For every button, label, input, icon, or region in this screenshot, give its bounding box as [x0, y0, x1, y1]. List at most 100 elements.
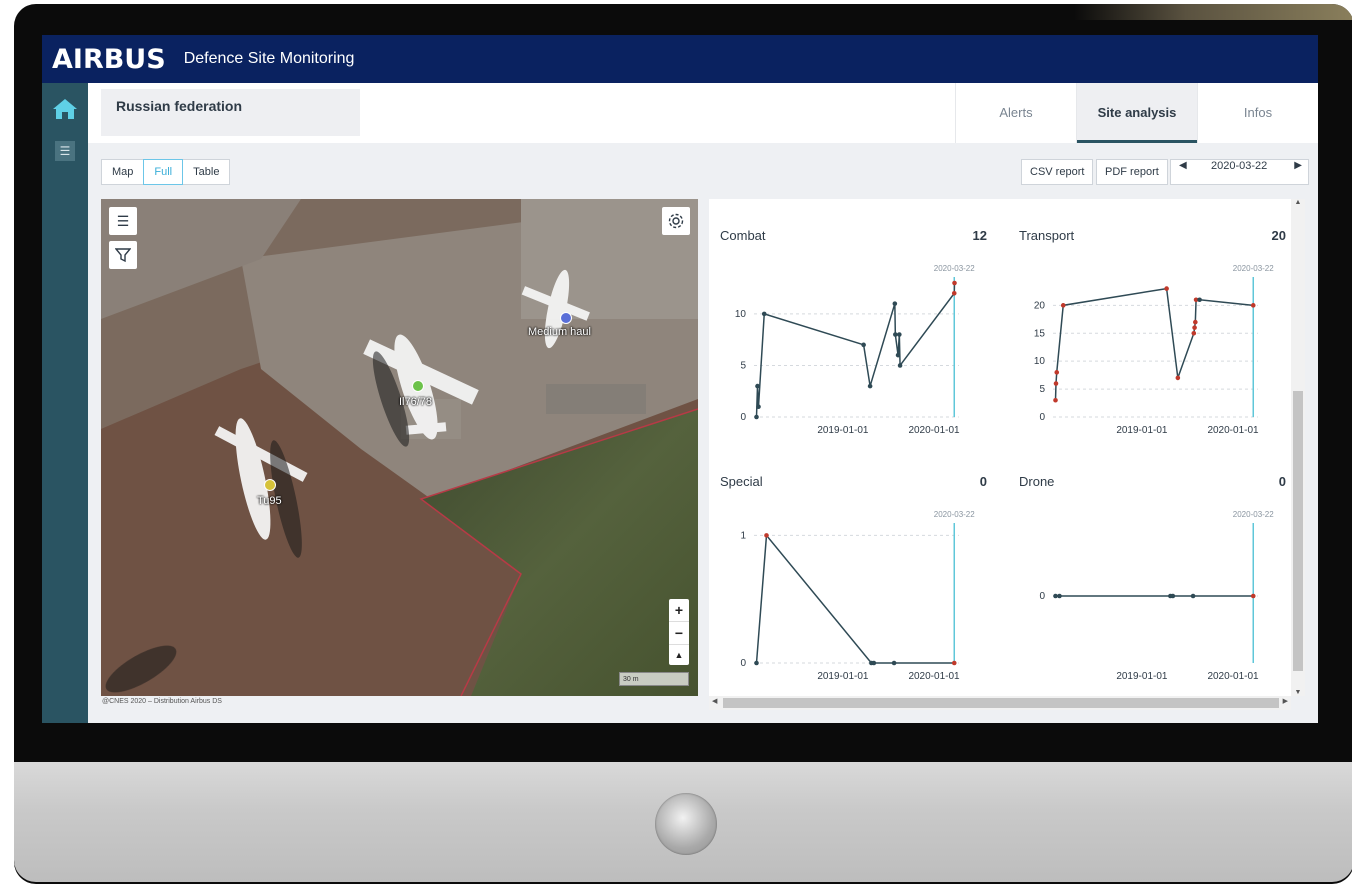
data-point [754, 660, 759, 666]
data-point [1193, 319, 1198, 325]
chart-count-special: 0 [979, 474, 987, 489]
view-full-button[interactable]: Full [143, 159, 184, 185]
vertical-scroll-thumb[interactable] [1293, 391, 1303, 671]
y-tick-label: 5 [740, 360, 746, 371]
north-arrow-button[interactable]: ▲ [669, 644, 689, 665]
data-point [1164, 286, 1169, 291]
data-point [756, 404, 761, 409]
x-tick-label: 2019-01-01 [1116, 425, 1168, 436]
marker-label-tu95: Tu95 [257, 495, 282, 507]
settings-gear-icon[interactable] [662, 207, 690, 235]
zoom-control: + − ▲ [669, 599, 689, 665]
y-tick-label: 10 [735, 309, 747, 320]
data-point [761, 311, 767, 317]
x-tick-label: 2020-01-01 [1207, 671, 1259, 682]
satellite-map[interactable]: ☰ Medium haul Il76/78 Tu95 + − ▲ 30 m [101, 199, 698, 696]
view-mode-group: Map Full Table [101, 159, 231, 185]
current-date-label: 2020-03-22 [1233, 264, 1274, 273]
chart-drone: 0 2019-01-01 2020-01-01 2020-03-22 [1039, 510, 1274, 682]
vertical-scrollbar[interactable]: ▲ ▼ [1291, 199, 1305, 696]
series-line [755, 533, 955, 664]
marker-il76[interactable] [412, 380, 424, 392]
y-tick-label: 10 [1034, 356, 1046, 367]
data-point [1053, 381, 1059, 386]
app-title: Defence Site Monitoring [183, 50, 355, 67]
data-point [1250, 303, 1256, 308]
data-point [1175, 375, 1181, 381]
chart-title-special: Special [720, 474, 763, 489]
data-point [1053, 593, 1058, 599]
home-icon[interactable] [52, 97, 78, 121]
data-point [1170, 593, 1176, 599]
filter-icon[interactable] [109, 241, 137, 269]
view-table-button[interactable]: Table [183, 160, 229, 184]
caret-left-icon[interactable]: ◀ [1179, 160, 1187, 171]
scroll-up-icon[interactable]: ▲ [1291, 199, 1305, 206]
data-point [867, 383, 873, 389]
zoom-out-button[interactable]: − [669, 621, 689, 644]
airbus-logo: AIRBUS [52, 43, 166, 75]
site-selector[interactable]: Russian federation [101, 89, 360, 136]
caret-right-icon[interactable]: ▶ [1294, 160, 1302, 171]
tab-site-analysis[interactable]: Site analysis [1076, 83, 1197, 143]
x-tick-label: 2019-01-01 [817, 425, 869, 436]
data-point [1053, 397, 1058, 403]
data-point [1192, 325, 1197, 330]
monitor-power-button [655, 793, 717, 855]
current-date-label: 2020-03-22 [934, 510, 975, 519]
y-tick-label: 0 [740, 658, 746, 669]
csv-report-button[interactable]: CSV report [1021, 159, 1094, 185]
analysis-charts-panel: Combat 12 Transport 20 Special 0 Drone 0… [709, 199, 1305, 696]
data-point [951, 291, 957, 296]
chart-combat: 0 5 10 2019-01-01 2020-01-01 2020-03-22 [735, 264, 975, 436]
tab-infos[interactable]: Infos [1197, 83, 1318, 143]
scroll-left-icon[interactable]: ◀ [712, 697, 717, 705]
pdf-report-button[interactable]: PDF report [1096, 159, 1168, 185]
chart-title-transport: Transport [1019, 228, 1075, 243]
current-date-label: 2020-03-22 [934, 264, 975, 273]
chart-count-drone: 0 [1278, 474, 1286, 489]
tab-alerts[interactable]: Alerts [955, 83, 1076, 143]
current-date-label: 2020-03-22 [1233, 510, 1274, 519]
marker-tu95[interactable] [264, 479, 276, 491]
date-navigator: ◀ 2020-03-22 ▶ [1170, 159, 1309, 185]
data-point [754, 414, 759, 420]
marker-medium-haul[interactable] [560, 312, 572, 324]
scroll-right-icon[interactable]: ▶ [1283, 697, 1288, 705]
satellite-imagery [101, 199, 698, 696]
data-point [895, 352, 901, 358]
data-point [1197, 297, 1202, 303]
chart-count-transport: 20 [1271, 228, 1286, 243]
data-point [1057, 593, 1062, 599]
horizontal-scroll-thumb[interactable] [723, 698, 1279, 708]
data-point [871, 660, 877, 666]
x-tick-label: 2019-01-01 [1116, 671, 1168, 682]
marker-label-medium-haul: Medium haul [528, 326, 591, 338]
map-credit: @CNES 2020 – Distribution Airbus DS [102, 698, 222, 705]
view-map-button[interactable]: Map [102, 160, 143, 184]
app-screen: AIRBUS Defence Site Monitoring ☰ Russian… [42, 35, 1318, 723]
data-point [897, 332, 902, 337]
x-tick-label: 2020-01-01 [908, 425, 960, 436]
horizontal-scrollbar[interactable]: ◀ ▶ [709, 696, 1291, 710]
series-line [755, 282, 956, 418]
tab-bar: Alerts Site analysis Infos [955, 83, 1318, 143]
map-scale-bar: 30 m [619, 672, 689, 686]
zoom-in-button[interactable]: + [669, 599, 689, 621]
data-point [755, 383, 760, 389]
data-point [1054, 370, 1060, 375]
current-date: 2020-03-22 [1211, 160, 1268, 172]
page-header: Russian federation Alerts Site analysis … [88, 83, 1318, 143]
chart-transport: 0 5 10 15 20 2019-01-01 2020-01-01 2020-03-22 [1034, 264, 1274, 436]
background-gold-corner [1074, 4, 1352, 20]
x-tick-label: 2020-01-01 [1207, 425, 1259, 436]
data-point [861, 342, 866, 348]
data-point [893, 332, 898, 337]
data-point [952, 280, 957, 286]
data-point [1060, 303, 1066, 308]
layers-list-icon[interactable]: ☰ [109, 207, 137, 235]
chart-title-drone: Drone [1019, 474, 1055, 489]
x-tick-label: 2019-01-01 [817, 671, 869, 682]
scroll-down-icon[interactable]: ▼ [1291, 689, 1305, 696]
chart-special: 0 1 2019-01-01 2020-01-01 2020-03-22 [740, 510, 975, 682]
